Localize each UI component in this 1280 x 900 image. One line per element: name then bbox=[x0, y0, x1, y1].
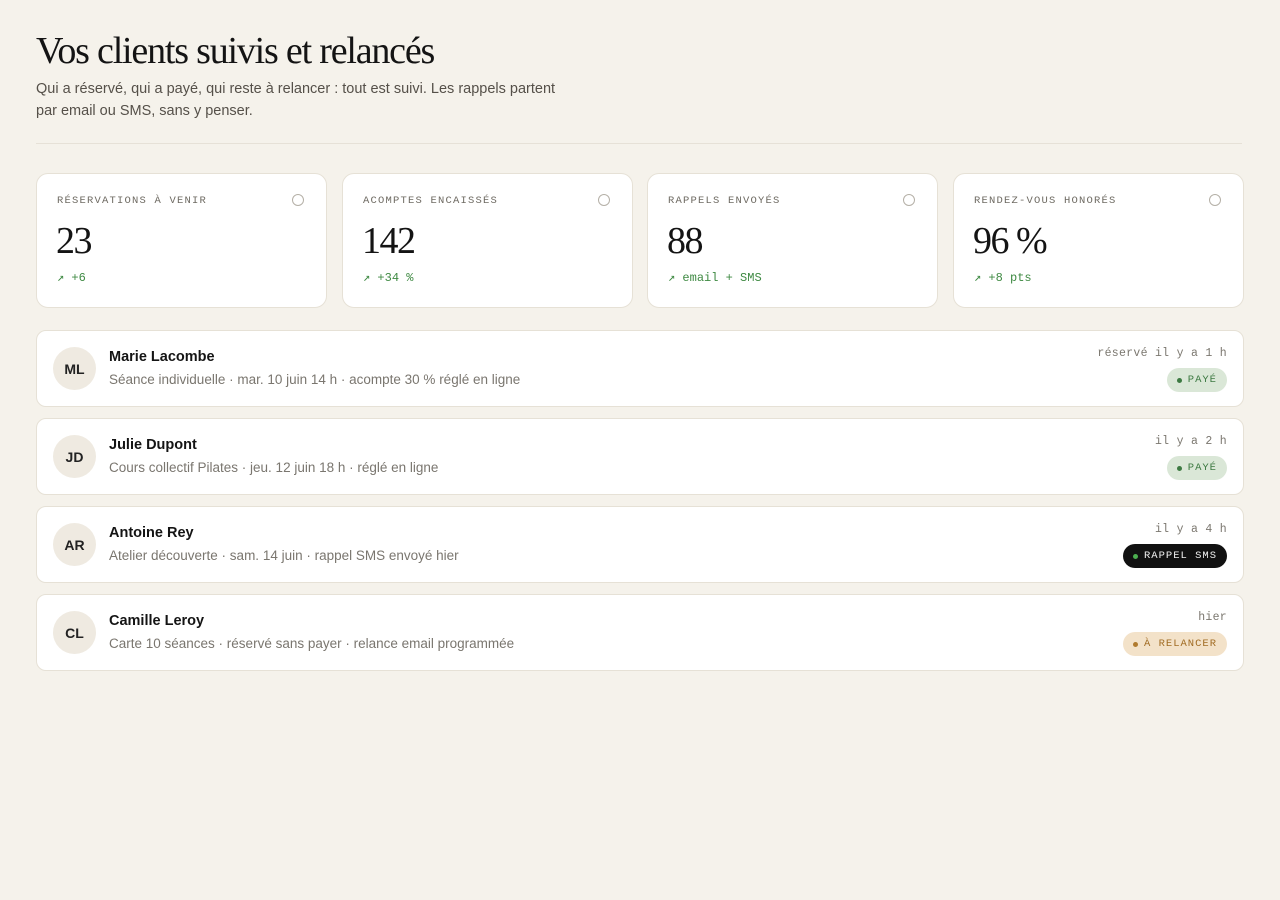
header-divider bbox=[36, 143, 1242, 144]
stat-value: 23 bbox=[56, 220, 93, 262]
client-name: Antoine Rey bbox=[109, 525, 194, 541]
stat-trend: ↗ +34 % bbox=[363, 271, 414, 285]
dot-icon bbox=[1132, 641, 1138, 647]
stat-card-acomptes: ACOMPTES ENCAISSÉS 142 ↗ +34 % bbox=[342, 173, 633, 308]
status-badge: RAPPEL SMS bbox=[1122, 544, 1227, 568]
client-name: Julie Dupont bbox=[109, 437, 197, 453]
dot-icon bbox=[1176, 465, 1182, 471]
circle-icon bbox=[598, 194, 610, 206]
circle-icon bbox=[903, 194, 915, 206]
stat-label: RENDEZ-VOUS HONORÉS bbox=[974, 195, 1117, 207]
dot-icon bbox=[1132, 553, 1138, 559]
client-timestamp: il y a 2 h bbox=[1154, 435, 1227, 448]
page-subtitle: Qui a réservé, qui a payé, qui reste à r… bbox=[36, 81, 556, 119]
client-name: Camille Leroy bbox=[109, 613, 205, 629]
client-name: Marie Lacombe bbox=[109, 349, 215, 365]
client-timestamp: réservé il y a 1 h bbox=[1097, 347, 1227, 360]
status-badge-label: RAPPEL SMS bbox=[1143, 550, 1217, 562]
circle-icon bbox=[1209, 194, 1221, 206]
avatar: AR bbox=[53, 523, 96, 566]
stat-value: 96 % bbox=[973, 220, 1048, 262]
stat-trend: ↗ email + SMS bbox=[668, 271, 762, 285]
status-badge: PAYÉ bbox=[1166, 456, 1227, 480]
status-badge: PAYÉ bbox=[1166, 368, 1227, 392]
circle-icon bbox=[292, 194, 304, 206]
stat-trend: ↗ +8 pts bbox=[974, 271, 1032, 285]
client-detail: Cours collectif Pilates · jeu. 12 juin 1… bbox=[109, 460, 439, 475]
client-row-antoine-rey[interactable]: AR Antoine Rey Atelier découverte · sam.… bbox=[36, 506, 1244, 583]
client-detail: Séance individuelle · mar. 10 juin 14 h … bbox=[109, 372, 521, 387]
stat-label: RAPPELS ENVOYÉS bbox=[668, 195, 781, 207]
client-timestamp: hier bbox=[1198, 611, 1227, 624]
client-row-julie-dupont[interactable]: JD Julie Dupont Cours collectif Pilates … bbox=[36, 418, 1244, 495]
page-title: Vos clients suivis et relancés bbox=[36, 30, 435, 72]
stat-card-rendez-vous: RENDEZ-VOUS HONORÉS 96 % ↗ +8 pts bbox=[953, 173, 1244, 308]
client-row-marie-lacombe[interactable]: ML Marie Lacombe Séance individuelle · m… bbox=[36, 330, 1244, 407]
stat-label: RÉSERVATIONS À VENIR bbox=[57, 195, 208, 207]
status-badge-label: PAYÉ bbox=[1187, 462, 1217, 474]
avatar: JD bbox=[53, 435, 96, 478]
avatar: ML bbox=[53, 347, 96, 390]
status-badge-label: À RELANCER bbox=[1143, 638, 1217, 650]
status-badge: À RELANCER bbox=[1122, 632, 1227, 656]
stat-card-rappels: RAPPELS ENVOYÉS 88 ↗ email + SMS bbox=[647, 173, 938, 308]
stats-row: RÉSERVATIONS À VENIR 23 ↗ +6 ACOMPTES EN… bbox=[36, 173, 1244, 308]
client-detail: Atelier découverte · sam. 14 juin · rapp… bbox=[109, 548, 459, 563]
avatar: CL bbox=[53, 611, 96, 654]
stat-value: 142 bbox=[362, 220, 416, 262]
stat-trend: ↗ +6 bbox=[57, 271, 86, 285]
status-badge-label: PAYÉ bbox=[1187, 374, 1217, 386]
stat-value: 88 bbox=[667, 220, 704, 262]
dot-icon bbox=[1176, 377, 1182, 383]
stat-label: ACOMPTES ENCAISSÉS bbox=[363, 195, 499, 207]
client-row-camille-leroy[interactable]: CL Camille Leroy Carte 10 séances · rése… bbox=[36, 594, 1244, 671]
stat-card-reservations: RÉSERVATIONS À VENIR 23 ↗ +6 bbox=[36, 173, 327, 308]
client-detail: Carte 10 séances · réservé sans payer · … bbox=[109, 636, 515, 651]
client-timestamp: il y a 4 h bbox=[1154, 523, 1227, 536]
